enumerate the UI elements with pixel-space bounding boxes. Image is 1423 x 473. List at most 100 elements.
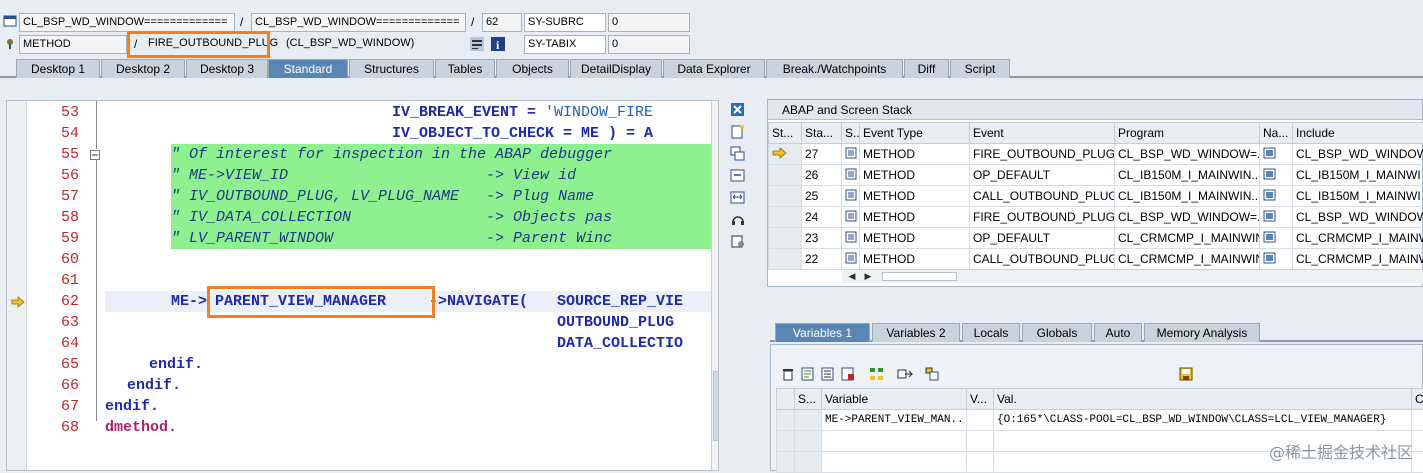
stack-level: 25 [802, 186, 842, 207]
navigate-icon[interactable] [1260, 228, 1293, 249]
stack-include[interactable]: CL_IB150M_I_MAINWI [1293, 165, 1423, 186]
stack-program[interactable]: CL_IB150M_I_MAINWIN... [1115, 165, 1260, 186]
stack-include[interactable]: CL_CRMCMP_I_MAINWI [1293, 249, 1423, 270]
scroll-thumb[interactable] [713, 371, 719, 441]
tab-memory-analysis[interactable]: Memory Analysis [1144, 323, 1260, 342]
stack-event[interactable]: OP_DEFAULT [970, 228, 1115, 249]
stack-program[interactable]: CL_BSP_WD_WINDOW=... [1115, 144, 1260, 165]
column-header[interactable]: Variable [822, 389, 967, 410]
tab-variables-2[interactable]: Variables 2 [872, 323, 960, 342]
settings-tool-icon[interactable] [730, 234, 746, 249]
navigate-icon[interactable] [1260, 144, 1293, 165]
variable-name[interactable] [822, 431, 967, 452]
navigate-icon[interactable] [1260, 186, 1293, 207]
column-header[interactable]: Val. [994, 389, 1412, 410]
column-header[interactable]: Program [1115, 123, 1260, 144]
table-row[interactable]: 27 METHOD FIRE_OUTBOUND_PLUG CL_BSP_WD_W… [769, 144, 1423, 165]
tab-tables[interactable]: Tables [435, 59, 495, 78]
table-row[interactable]: 24 METHOD FIRE_OUTBOUND_PLUG CL_BSP_WD_W… [769, 207, 1423, 228]
column-header[interactable]: Event [970, 123, 1115, 144]
stack-include[interactable]: CL_IB150M_I_MAINWI [1293, 186, 1423, 207]
detail-icon[interactable] [821, 367, 835, 381]
collapse-icon[interactable] [90, 149, 100, 159]
column-header[interactable]: Na... [1260, 123, 1293, 144]
stack-include[interactable]: CL_CRMCMP_I_MAINWI [1293, 228, 1423, 249]
info-icon[interactable]: i [491, 37, 505, 51]
sy-tabix-label[interactable]: SY-TABIX [524, 35, 606, 54]
tab-desktop-3[interactable]: Desktop 3 [186, 59, 268, 78]
stack-event[interactable]: CALL_OUTBOUND_PLUG [970, 186, 1115, 207]
stack-program[interactable]: CL_CRMCMP_I_MAINWIN... [1115, 249, 1260, 270]
column-header[interactable]: Sta... [802, 123, 842, 144]
column-header[interactable]: V... [967, 389, 994, 410]
stack-event[interactable]: CALL_OUTBOUND_PLUG [970, 249, 1115, 270]
table-row[interactable]: 23 METHOD OP_DEFAULT CL_CRMCMP_I_MAINWIN… [769, 228, 1423, 249]
tab-variables-1[interactable]: Variables 1 [775, 323, 870, 342]
variable-name[interactable] [822, 452, 967, 473]
close-icon[interactable] [730, 102, 746, 117]
tab-script[interactable]: Script [950, 59, 1010, 78]
resize-icon[interactable] [730, 190, 746, 205]
save-variant-icon[interactable] [841, 367, 855, 381]
breakpoint-gutter[interactable] [7, 101, 27, 470]
stack-horizontal-scrollbar[interactable]: ◀ ▶ [842, 269, 1423, 283]
scroll-left-icon[interactable]: ◀ [846, 271, 858, 282]
tab-diff[interactable]: Diff [904, 59, 949, 78]
new-tool-icon[interactable] [730, 124, 746, 139]
transfer-icon[interactable] [897, 367, 911, 381]
sy-subrc-label[interactable]: SY-SUBRC [524, 13, 606, 32]
row-selector[interactable] [777, 431, 795, 452]
table-row[interactable]: 25 METHOD CALL_OUTBOUND_PLUG CL_IB150M_I… [769, 186, 1423, 207]
source-code-editor[interactable]: 53 54 55 56 57 58 59 60 61 62 63 64 65 6… [6, 100, 719, 471]
tab-objects[interactable]: Objects [496, 59, 569, 78]
row-selector[interactable] [777, 452, 795, 473]
line-number: 55 [29, 144, 79, 165]
stack-event[interactable]: FIRE_OUTBOUND_PLUG [970, 207, 1115, 228]
navigate-icon[interactable] [1260, 165, 1293, 186]
change-icon[interactable] [801, 367, 815, 381]
variable-value[interactable]: {O:165*\CLASS-POOL=CL_BSP_WD_WINDOW\CLAS… [994, 410, 1412, 431]
variable-name[interactable]: ME->PARENT_VIEW_MAN... [822, 410, 967, 431]
column-header[interactable]: St... [769, 123, 802, 144]
stack-include[interactable]: CL_BSP_WD_WINDOW [1293, 144, 1423, 165]
stack-event[interactable]: OP_DEFAULT [970, 165, 1115, 186]
stack-event[interactable]: FIRE_OUTBOUND_PLUG [970, 144, 1115, 165]
tab-globals[interactable]: Globals [1022, 323, 1092, 342]
column-header[interactable]: Include [1293, 123, 1423, 144]
scroll-thumb[interactable] [882, 272, 957, 281]
delete-icon[interactable] [781, 367, 795, 381]
hierarchy-icon[interactable] [869, 367, 883, 381]
tab-locals[interactable]: Locals [962, 323, 1020, 342]
maximize-icon[interactable] [730, 168, 746, 183]
tab-standard[interactable]: Standard [268, 59, 348, 78]
display-object-icon[interactable] [470, 37, 484, 51]
save-icon[interactable] [1179, 367, 1193, 381]
navigate-icon[interactable] [1260, 249, 1293, 270]
find-icon[interactable] [925, 367, 939, 381]
scroll-right-icon[interactable]: ▶ [862, 271, 874, 282]
stack-program[interactable]: CL_IB150M_I_MAINWIN... [1115, 186, 1260, 207]
tab-desktop-2[interactable]: Desktop 2 [101, 59, 185, 78]
column-header[interactable]: S... [795, 389, 822, 410]
tab-data-explorer[interactable]: Data Explorer [663, 59, 765, 78]
table-row[interactable]: ME->PARENT_VIEW_MAN... {O:165*\CLASS-POO… [777, 410, 1423, 431]
tab-auto[interactable]: Auto [1094, 323, 1142, 342]
tab-breakpoints[interactable]: Break./Watchpoints [766, 59, 903, 78]
column-header[interactable]: S... [842, 123, 860, 144]
program-field: CL_BSP_WD_WINDOW============= [19, 13, 235, 32]
table-row[interactable]: 22 METHOD CALL_OUTBOUND_PLUG CL_CRMCMP_I… [769, 249, 1423, 270]
swap-tool-icon[interactable] [730, 146, 746, 161]
column-header[interactable]: C... [1412, 389, 1423, 410]
services-icon[interactable] [730, 212, 746, 227]
row-selector[interactable] [777, 410, 795, 431]
navigate-icon[interactable] [1260, 207, 1293, 228]
stack-program[interactable]: CL_BSP_WD_WINDOW=... [1115, 207, 1260, 228]
stack-include[interactable]: CL_BSP_WD_WINDOW [1293, 207, 1423, 228]
tab-structures[interactable]: Structures [349, 59, 434, 78]
column-header[interactable]: Event Type [860, 123, 970, 144]
editor-vertical-scrollbar[interactable] [711, 101, 719, 470]
stack-program[interactable]: CL_CRMCMP_I_MAINWIN... [1115, 228, 1260, 249]
tab-desktop-1[interactable]: Desktop 1 [16, 59, 100, 78]
tab-detail-display[interactable]: DetailDisplay [570, 59, 662, 78]
table-row[interactable]: 26 METHOD OP_DEFAULT CL_IB150M_I_MAINWIN… [769, 165, 1423, 186]
